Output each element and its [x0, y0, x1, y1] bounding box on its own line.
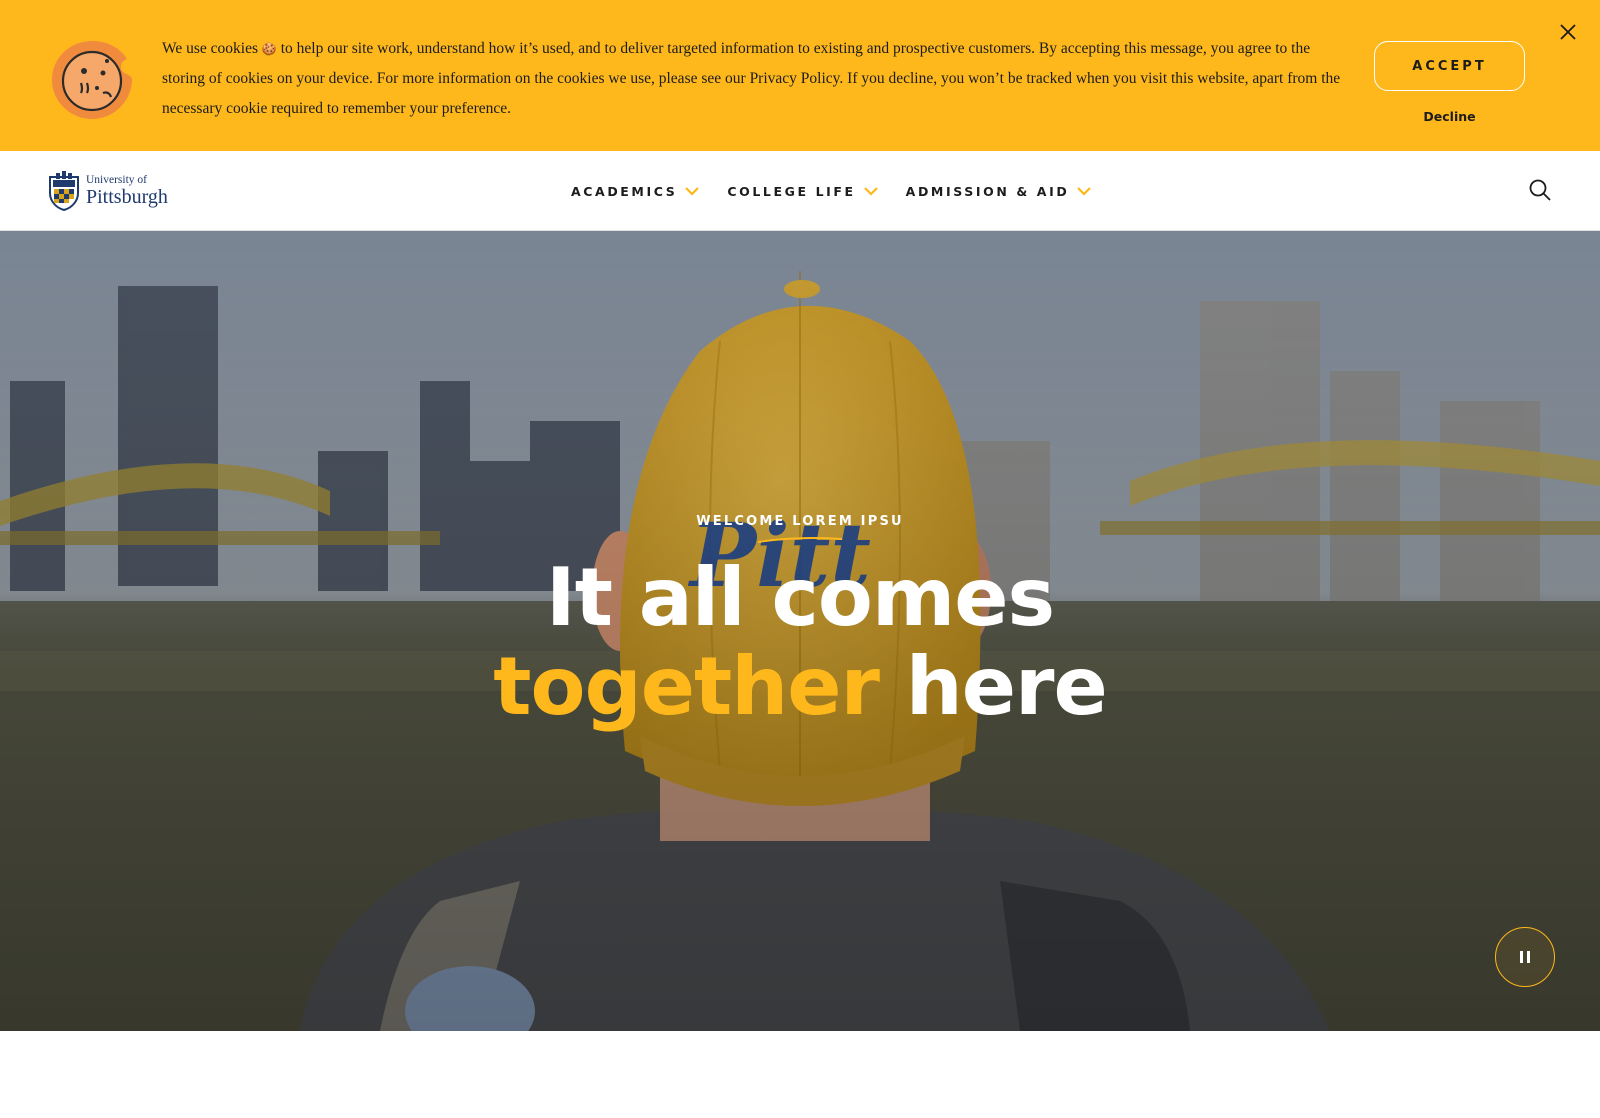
- decline-button[interactable]: Decline: [1374, 104, 1525, 128]
- privacy-policy-link[interactable]: Privacy Policy: [750, 70, 840, 87]
- nav-item-admission-aid[interactable]: ADMISSION & AID: [906, 184, 1092, 199]
- nav-item-label: ACADEMICS: [571, 183, 678, 199]
- cookie-icon: [51, 39, 133, 121]
- pause-icon: [1520, 951, 1530, 963]
- hero-eyebrow: WELCOME LOREM IPSU: [696, 514, 904, 529]
- hero-section: Pitt WELCOME LOREM IPSU It all comes tog…: [0, 231, 1600, 1031]
- nav-item-label: ADMISSION & AID: [905, 183, 1070, 199]
- nav-menu: ACADEMICS COLLEGE LIFE ADMISSION & AID: [571, 151, 1119, 231]
- cookie-emoji-icon: 🍪: [261, 42, 277, 56]
- university-logo[interactable]: University of Pittsburgh: [48, 170, 168, 212]
- hero-headline-rest: here: [878, 640, 1108, 733]
- logo-small-text: University of: [86, 173, 148, 186]
- cookie-text-1: We use cookies: [162, 40, 259, 57]
- chevron-down-icon: [863, 187, 878, 196]
- shield-icon: [49, 171, 79, 211]
- nav-item-label: COLLEGE LIFE: [727, 183, 856, 199]
- main-navbar: University of Pittsburgh ACADEMICS COLLE…: [0, 151, 1600, 231]
- search-icon[interactable]: [1528, 178, 1552, 202]
- chevron-down-icon: [685, 187, 700, 196]
- nav-item-academics[interactable]: ACADEMICS: [571, 183, 700, 199]
- hero-headline-accent: together: [493, 640, 880, 733]
- chevron-down-icon: [1077, 187, 1092, 196]
- hero-headline-line2: together here: [0, 643, 1600, 731]
- cookie-message: We use cookies 🍪 to help our site work, …: [162, 34, 1350, 124]
- hero-headline-line1: It all comes: [545, 551, 1055, 644]
- nav-item-college-life[interactable]: COLLEGE LIFE: [727, 183, 878, 199]
- accept-button[interactable]: ACCEPT: [1374, 41, 1525, 91]
- cookie-banner: We use cookies 🍪 to help our site work, …: [0, 0, 1600, 151]
- pause-button[interactable]: [1495, 927, 1555, 987]
- close-icon[interactable]: [1556, 20, 1580, 44]
- eyebrow-underline-icon: [757, 537, 843, 543]
- logo-big-text: Pittsburgh: [86, 186, 168, 209]
